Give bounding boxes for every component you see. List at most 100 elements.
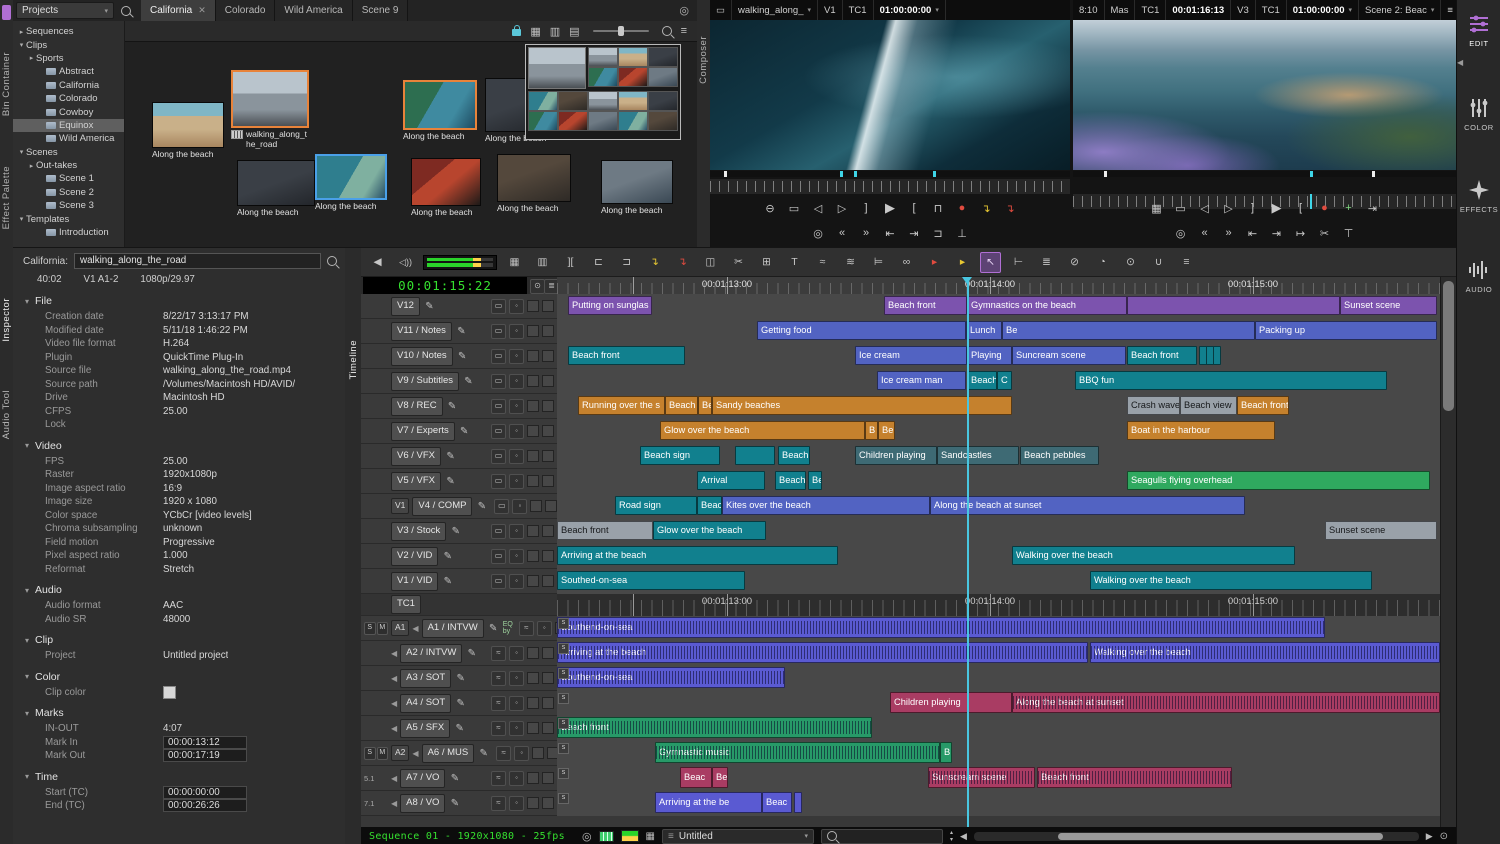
fast-forward-button[interactable]: » [1221,227,1236,239]
clip-name-menu[interactable]: walking_along_▾ [732,0,818,20]
waveform-toggle[interactable]: ≈ [491,696,506,711]
clip-gain-toggle[interactable]: s [558,793,569,804]
record-arm-toggle[interactable] [527,550,539,562]
smart-extract-splice-button[interactable]: ▸ [952,252,973,273]
track-control-toggle[interactable]: ◦ [509,771,524,786]
timeline-clip-beach-front[interactable]: Beach front [1237,396,1289,415]
timeline-clip-sunscream-scene[interactable]: Sunscream scene [928,767,1035,788]
collapse-rail-arrow[interactable]: ◀ [1457,58,1465,67]
timeline-clip-ice-cream[interactable]: Ice cream [855,346,967,365]
selected-clip-stack[interactable] [525,44,681,140]
composer-tab[interactable]: Composer [698,36,709,84]
timeline-clip-southend-on-sea[interactable]: Southend-on-sea [557,667,785,688]
timeline-clip-playing[interactable]: Playing [967,346,1012,365]
track-select-button-v6[interactable]: V6 / VFX [391,447,441,466]
mark-clip-button[interactable]: ▭ [1173,202,1188,215]
record-arm-toggle[interactable] [527,647,539,659]
center-playhead-button[interactable]: ⊙ [530,279,545,294]
table-view-icon[interactable]: ▦ [530,25,540,38]
track-name-edit-icon[interactable]: ✎ [448,798,461,809]
record-arm-toggle[interactable] [527,697,539,709]
timeline-clip-be[interactable]: Be [712,767,728,788]
track-control-toggle[interactable]: ◦ [509,374,524,389]
timeline-clip-children-playing[interactable]: Children playing [890,692,1012,713]
timeline-view-menu-icon[interactable]: ▦ [646,831,655,842]
clip-color-swatch[interactable] [163,686,176,699]
workspace-audio[interactable]: AUDIO [1457,258,1500,294]
timeline-clip-crash-wave[interactable]: Crash wave [1127,396,1180,415]
rewind-button[interactable]: « [835,227,850,239]
track-content-v12[interactable]: Putting on sunglasBeach frontGymnastics … [557,294,1440,320]
lock-toggle[interactable] [542,647,554,659]
timeline-clip-b[interactable]: B [940,742,952,763]
timeline-clip-glow-over-the-beach[interactable]: Glow over the beach [653,521,766,540]
track-name-edit-icon[interactable]: ✎ [462,376,475,387]
track-select-button-v4[interactable]: V4 / COMP [412,497,472,516]
rewind-button[interactable]: « [1197,227,1212,239]
motion-mode-button[interactable]: ◎ [1173,227,1188,240]
track-content-a5[interactable]: sBeach front [557,716,1440,742]
track-content-a6[interactable]: sGymnastic musicB [557,741,1440,767]
splice-in-button[interactable]: ↴ [979,202,994,215]
track-select-button-a4[interactable]: A4 / SOT [400,694,451,713]
track-name-edit-icon[interactable]: ✎ [454,698,467,709]
timeline-clip-beach-front[interactable]: Beach front [1037,767,1232,788]
monitor-toggle[interactable]: ▭ [491,324,506,339]
track-name-edit-icon[interactable]: ✎ [448,773,461,784]
timeline-clip-beach-front[interactable]: Beach front [884,296,967,315]
track-control-toggle[interactable]: ◦ [509,549,524,564]
match-frame-button[interactable]: ◫ [700,252,721,273]
timeline-vertical-scrollbar[interactable] [1440,277,1456,827]
segment-lift-button[interactable]: ⊏ [588,252,609,273]
go-to-out-button[interactable]: ⇥ [1269,227,1284,240]
bin-tab-california[interactable]: California✕ [141,0,216,21]
track-mixer-button[interactable]: ≣ [1036,252,1057,273]
monitor-toggle[interactable]: ▭ [491,399,506,414]
timeline-clip-beach-view[interactable]: Beach view [1180,396,1237,415]
fast-forward-button[interactable]: » [859,227,874,239]
audio-smoothing-button[interactable]: ≈ [812,252,833,273]
monitor-toggle[interactable]: ▭ [491,374,506,389]
bin-clip-card[interactable]: Along the beach [601,160,673,216]
tree-item-scenes[interactable]: ▾Scenes [13,146,124,159]
panel-tab-bin-container[interactable]: Bin Container [1,52,12,116]
record-arm-toggle[interactable] [527,325,539,337]
track-control-toggle[interactable]: ◦ [509,721,524,736]
track-name-edit-icon[interactable]: ✎ [449,526,462,537]
timeline-clip-ice-cream-man[interactable]: Ice cream man [877,371,966,390]
waveform-toggle[interactable]: ≈ [496,746,511,761]
track-select-button-a2[interactable]: A2 / INTVW [400,644,462,663]
monitor-toggle[interactable]: ▭ [491,449,506,464]
track-control-toggle[interactable]: ◦ [509,646,524,661]
tc-label[interactable]: TC1 [1135,0,1166,20]
timeline-clip-arriving-at-the-be[interactable]: Arriving at the be [655,792,762,813]
render-effect-button[interactable]: ⊙ [1120,252,1141,273]
timeline-clip-getting-food[interactable]: Getting food [757,321,966,340]
track-name-edit-icon[interactable]: ✎ [446,401,459,412]
timeline-clip-beach-front[interactable]: Beach front [557,717,872,738]
track-select-button-a5[interactable]: A5 / SFX [400,719,450,738]
record-timecode[interactable]: 01:00:00:00▾ [1287,0,1359,20]
timeline-clip-c[interactable]: C [997,371,1012,390]
bin-tab-wild-america[interactable]: Wild America [275,0,352,21]
tree-item-cowboy[interactable]: Cowboy [13,105,124,118]
timeline-search-field[interactable] [821,829,943,844]
sync-point-button[interactable]: ⊥ [955,227,970,240]
timeline-clip-arrival[interactable]: Arrival [697,471,765,490]
timeline-clip-along-the-beach-at-sunset[interactable]: Along the beach at sunset [930,496,1245,515]
tree-item-clips[interactable]: ▾Clips [13,38,124,51]
track-content-v11[interactable]: Getting foodLunchBePacking up [557,319,1440,345]
clip-gain-toggle[interactable]: s [558,618,569,629]
track-label[interactable]: V3 [1231,0,1256,20]
tree-item-california[interactable]: California [13,79,124,92]
timeline-clip-packing-up[interactable]: Packing up [1255,321,1437,340]
tree-item-wild-america[interactable]: Wild America [13,132,124,145]
video-audio-toggle-icon[interactable] [599,831,614,842]
zoom-button[interactable]: ⊙ [1440,831,1448,842]
track-control-toggle[interactable]: ◦ [509,399,524,414]
tree-item-scene-2[interactable]: Scene 2 [13,186,124,199]
track-name-edit-icon[interactable]: ✎ [423,301,436,312]
tree-item-sports[interactable]: ▸Sports [13,52,124,65]
record-arm-toggle[interactable] [527,475,539,487]
bin-fast-menu-icon[interactable]: ◎ [679,4,689,17]
